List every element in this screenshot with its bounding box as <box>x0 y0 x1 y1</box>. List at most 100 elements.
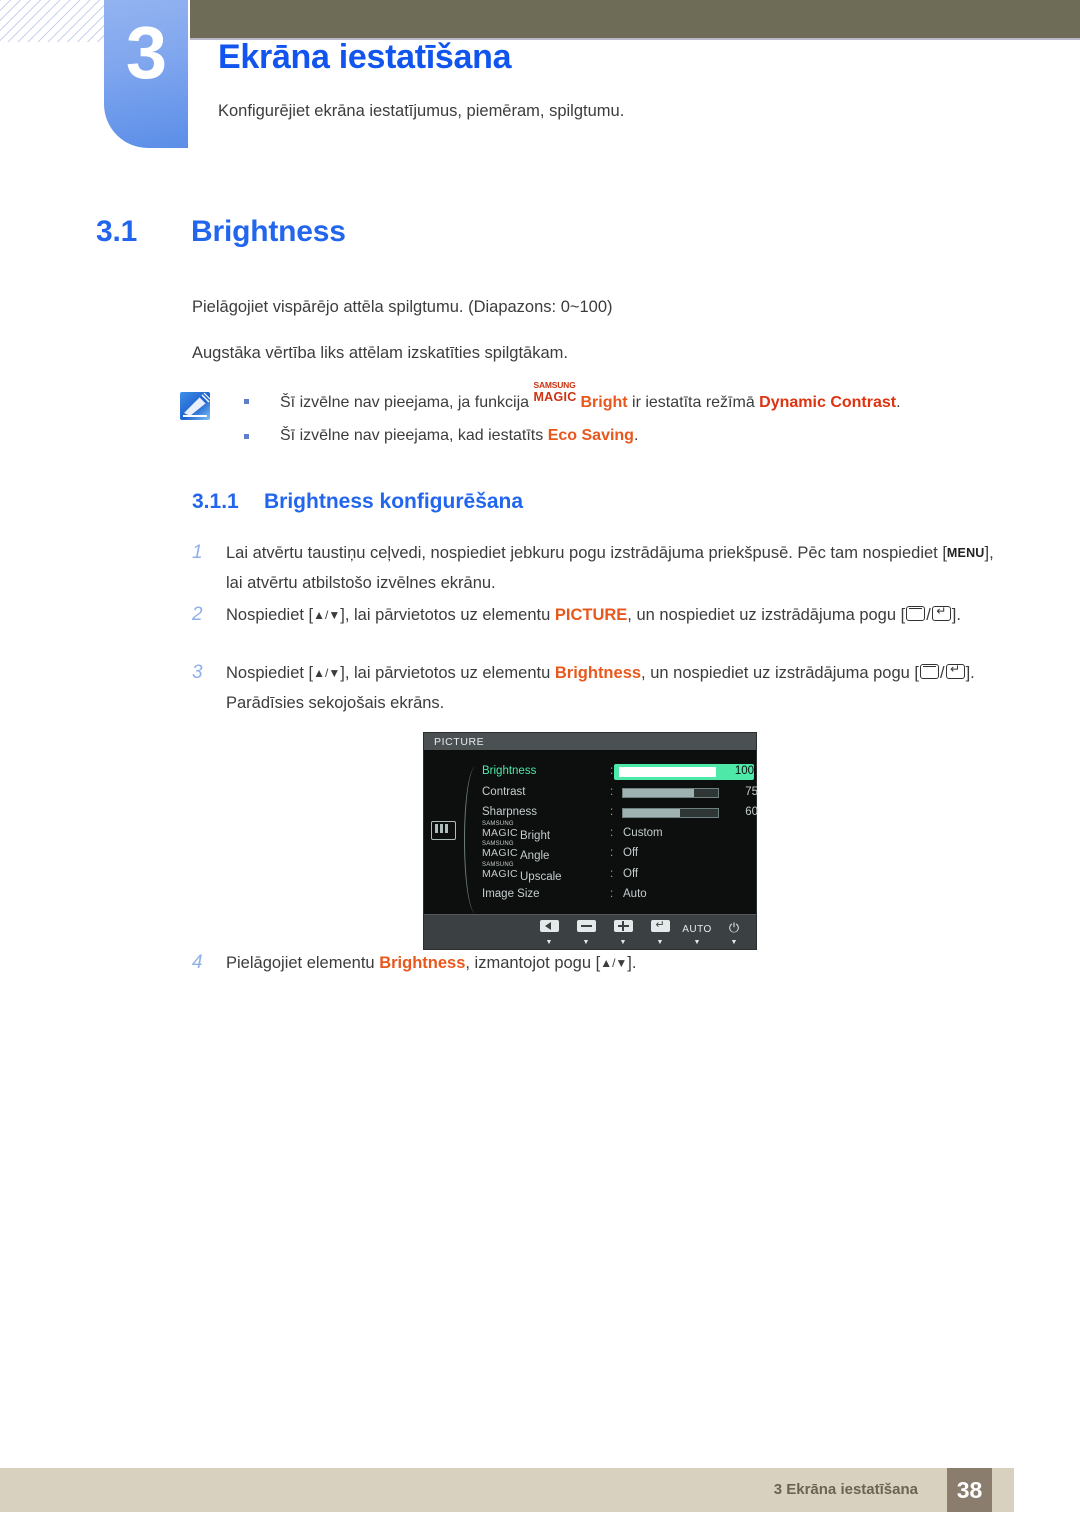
note-2-suffix: . <box>633 427 639 444</box>
osd-row-imagesize[interactable]: Image Size : Auto <box>482 886 750 907</box>
step-2-number: 2 <box>192 604 203 625</box>
osd-button-enter[interactable]: ▼ <box>645 917 675 947</box>
enter-key-icon <box>945 661 965 679</box>
osd-value-contrast: 75 <box>745 785 758 798</box>
subsection-number: 3.1.1 <box>192 490 239 513</box>
note-2-highlight: Eco Saving <box>547 427 634 444</box>
note-2-prefix: Šī izvēlne nav pieejama, kad iestatīts <box>280 427 548 444</box>
magic-bottom-text: MAGIC <box>482 826 518 839</box>
step-1-text: Lai atvērtu taustiņu ceļvedi, nospiediet… <box>226 538 1002 598</box>
samsung-magic-logo: SAMSUNG MAGIC <box>482 862 518 881</box>
magic-top-text: SAMSUNG <box>533 380 576 390</box>
osd-colon: : <box>610 847 614 859</box>
osd-slider-fill <box>623 788 695 797</box>
step-3-highlight: Brightness <box>554 664 642 682</box>
note-1-magic-suffix: Bright <box>580 394 628 411</box>
chevron-down-icon: ▼ <box>656 939 664 946</box>
osd-row-contrast[interactable]: Contrast : 75 <box>482 784 758 805</box>
samsung-magic-logo: SAMSUNG MAGIC <box>482 841 518 860</box>
page-number-box: 38 <box>947 1468 992 1512</box>
step-4: 4 Pielāgojiet elementu Brightness, izman… <box>192 948 1002 978</box>
osd-button-minus[interactable]: ▼ <box>571 919 601 947</box>
plus-icon <box>613 920 633 932</box>
chapter-subtitle: Konfigurējiet ekrāna iestatījumus, piemē… <box>218 102 625 120</box>
osd-button-power[interactable]: ⏻ ▼ <box>719 919 749 947</box>
osd-slider-track <box>619 767 716 777</box>
osd-button-left[interactable]: ▼ <box>534 919 564 947</box>
updown-arrows-icon: ▲/▼ <box>600 956 628 970</box>
osd-colon: : <box>610 785 614 798</box>
section-title: Brightness <box>191 215 346 248</box>
header-bar-underline <box>190 38 1080 40</box>
osd-row-magicangle[interactable]: SAMSUNG MAGIC Angle : Off <box>482 841 750 866</box>
page-footer: 3 Ekrāna iestatīšana <box>0 1468 1014 1512</box>
osd-button-row: ▼ ▼ ▼ ▼ AUTO▼ ⏻▼ <box>534 917 749 947</box>
enter-key-icon <box>931 603 951 621</box>
note-item-1: Šī izvēlne nav pieejama, ja funkcija SAM… <box>240 381 940 413</box>
section-heading: 3.1 Brightness <box>96 215 346 249</box>
osd-slider-track <box>622 808 719 818</box>
step-2-part-a: Nospiediet [ <box>226 606 314 624</box>
step-4-number: 4 <box>192 952 203 973</box>
osd-button-auto[interactable]: AUTO ▼ <box>682 919 712 947</box>
section-number: 3.1 <box>96 215 138 248</box>
picture-bars-icon <box>431 821 456 840</box>
subsection-title: Brightness konfigurēšana <box>264 490 524 513</box>
subsection-heading: 3.1.1 Brightness konfigurēšana <box>192 490 523 514</box>
note-1-prefix: Šī izvēlne nav pieejama, ja funkcija <box>280 394 534 411</box>
chevron-down-icon: ▼ <box>730 939 738 946</box>
minus-icon <box>576 920 596 932</box>
osd-title: PICTURE <box>424 733 756 750</box>
updown-arrows-icon: ▲/▼ <box>313 666 341 680</box>
osd-row-magicupscale[interactable]: SAMSUNG MAGIC Upscale : Off <box>482 862 750 887</box>
osd-button-bar: ▼ ▼ ▼ ▼ AUTO▼ ⏻▼ <box>424 914 756 949</box>
osd-slider-brightness[interactable]: 100 <box>614 764 754 780</box>
menu-key-label: MENU <box>946 546 985 560</box>
enter-icon <box>650 917 670 934</box>
note-1-highlight: Dynamic Contrast <box>759 394 897 411</box>
osd-value-magicangle: Off <box>623 847 639 859</box>
osd-label-text: Bright <box>520 829 551 842</box>
step-3: 3 Nospiediet [▲/▼], lai pārvietotos uz e… <box>192 658 1002 718</box>
osd-row-magicbright[interactable]: SAMSUNG MAGIC Bright : Custom <box>482 821 750 846</box>
osd-row-sharpness[interactable]: Sharpness : 60 <box>482 804 758 825</box>
chapter-number: 3 <box>125 11 167 94</box>
samsung-magic-logo: SAMSUNG MAGIC <box>533 381 581 407</box>
osd-arc-decoration <box>464 767 483 913</box>
decorative-hatch-pattern <box>0 0 104 42</box>
step-1: 1 Lai atvērtu taustiņu ceļvedi, nospiedi… <box>192 538 1002 598</box>
section-paragraph-2: Augstāka vērtība liks attēlam izskatītie… <box>192 344 568 362</box>
samsung-magic-logo: SAMSUNG MAGIC <box>482 821 518 840</box>
osd-menu-screenshot: PICTURE Brightness : 100 Contrast : 75 S… <box>424 733 758 949</box>
osd-value-brightness: 100 <box>734 765 754 777</box>
osd-label-magicbright: SAMSUNG MAGIC Bright <box>482 821 551 842</box>
osd-label-text: Upscale <box>520 870 562 883</box>
step-3-number: 3 <box>192 662 203 683</box>
step-1-number: 1 <box>192 542 203 563</box>
osd-row-brightness[interactable]: Brightness : 100 <box>482 763 754 784</box>
step-2: 2 Nospiediet [▲/▼], lai pārvietotos uz e… <box>192 600 1002 630</box>
osd-label-brightness: Brightness <box>482 765 537 777</box>
osd-colon: : <box>610 765 614 777</box>
magic-bottom-text: MAGIC <box>482 847 518 859</box>
osd-button-plus[interactable]: ▼ <box>608 919 638 947</box>
step-4-part-a: Pielāgojiet elementu <box>226 954 380 972</box>
step-3-part-b: ], lai pārvietotos uz elementu <box>340 664 555 682</box>
window-key-icon <box>919 664 939 679</box>
osd-label-text: Angle <box>520 850 550 862</box>
osd-slider-contrast[interactable]: 75 <box>618 785 758 801</box>
osd-rows: Brightness : 100 Contrast : 75 Sharpness… <box>482 763 758 940</box>
auto-label: AUTO <box>682 924 712 935</box>
chevron-down-icon: ▼ <box>619 939 627 946</box>
window-key-icon <box>906 606 926 621</box>
osd-slider-sharpness[interactable]: 60 <box>618 805 758 821</box>
osd-slider-fill <box>623 809 680 817</box>
note-1-middle: ir iestatīta režīmā <box>627 394 760 411</box>
updown-arrows-icon: ▲/▼ <box>313 608 341 622</box>
osd-label-magicangle: SAMSUNG MAGIC Angle <box>482 841 550 862</box>
step-2-part-b: ], lai pārvietotos uz elementu <box>340 606 555 624</box>
step-4-highlight: Brightness <box>379 954 466 972</box>
step-4-part-b: , izmantojot pogu [ <box>465 954 601 972</box>
footer-chapter-label: 3 Ekrāna iestatīšana <box>773 1481 918 1498</box>
magic-bottom-text: MAGIC <box>533 390 577 404</box>
